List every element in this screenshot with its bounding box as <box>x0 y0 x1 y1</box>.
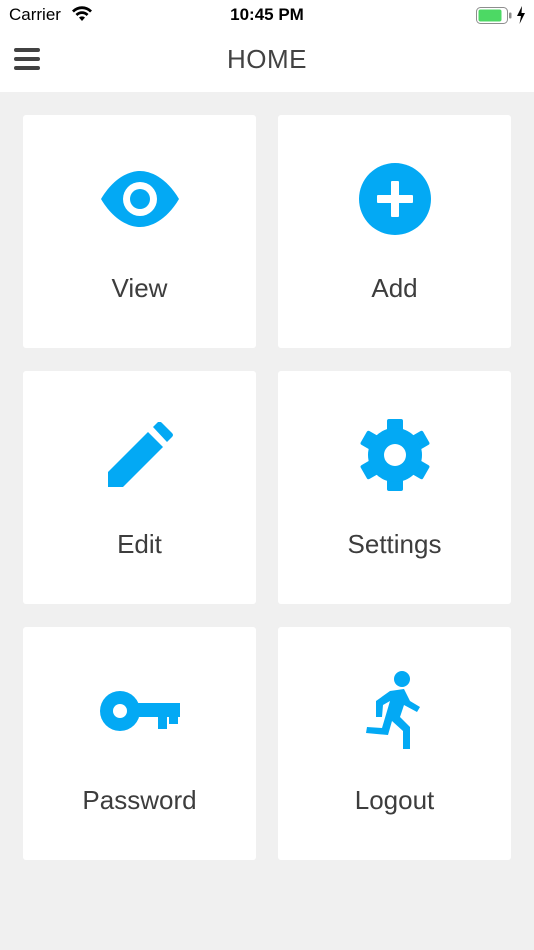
charging-bolt-icon <box>517 6 525 24</box>
gear-icon <box>278 415 511 495</box>
navigation-bar: HOME <box>0 30 534 92</box>
add-label: Add <box>371 273 418 303</box>
edit-label: Edit <box>117 529 162 559</box>
password-label: Password <box>82 785 197 815</box>
logout-button[interactable]: Logout <box>278 627 511 860</box>
pencil-icon <box>23 415 256 495</box>
add-circle-icon <box>278 159 511 239</box>
clock: 10:45 PM <box>230 5 304 24</box>
view-label: View <box>111 273 168 303</box>
page-title: HOME <box>227 44 307 74</box>
logout-label: Logout <box>354 785 435 815</box>
running-person-icon <box>278 671 511 751</box>
settings-label: Settings <box>347 529 442 559</box>
edit-button[interactable]: Edit <box>23 371 256 604</box>
battery-icon <box>476 7 512 24</box>
view-button[interactable]: View <box>23 115 256 348</box>
eye-icon <box>23 159 256 239</box>
key-icon <box>23 671 256 751</box>
settings-button[interactable]: Settings <box>278 371 511 604</box>
status-bar: Carrier 10:45 PM <box>0 0 534 30</box>
password-button[interactable]: Password <box>23 627 256 860</box>
add-button[interactable]: Add <box>278 115 511 348</box>
